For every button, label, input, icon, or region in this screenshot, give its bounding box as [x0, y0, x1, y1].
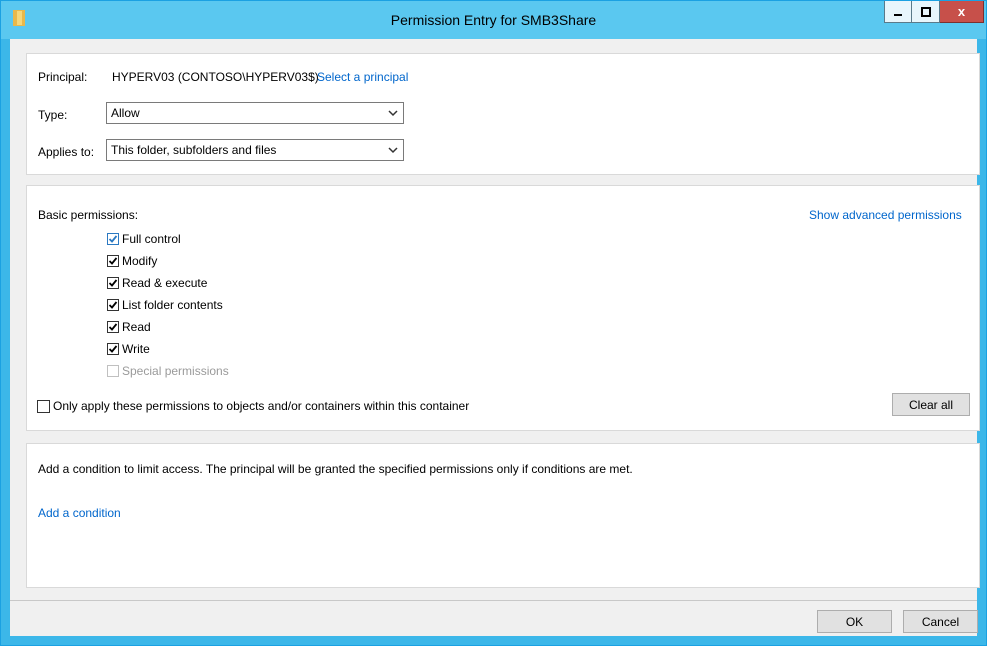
- principal-label: Principal:: [38, 70, 88, 84]
- checkmark-icon: [108, 257, 118, 265]
- only-apply-label: Only apply these permissions to objects …: [53, 399, 470, 413]
- footer-divider: [10, 600, 977, 601]
- checkbox: [107, 365, 119, 377]
- type-dropdown[interactable]: Allow: [106, 102, 404, 124]
- permission-label: Special permissions: [122, 364, 229, 378]
- permission-label: List folder contents: [122, 298, 223, 312]
- type-value: Allow: [111, 106, 140, 120]
- basic-permissions-heading: Basic permissions:: [38, 208, 139, 222]
- type-label: Type:: [38, 108, 68, 122]
- title-bar[interactable]: Permission Entry for SMB3Share x: [1, 1, 986, 39]
- chevron-down-icon: [388, 110, 398, 117]
- checkbox[interactable]: [107, 321, 119, 333]
- permission-read-execute[interactable]: Read & execute: [107, 275, 207, 291]
- dialog-window: Permission Entry for SMB3Share x Princip…: [0, 0, 987, 646]
- checkmark-icon: [108, 235, 118, 243]
- applies-to-value: This folder, subfolders and files: [111, 143, 277, 157]
- select-principal-link[interactable]: Select a principal: [317, 70, 408, 84]
- ok-button[interactable]: OK: [817, 610, 892, 633]
- permission-modify[interactable]: Modify: [107, 253, 157, 269]
- only-apply-within-container[interactable]: Only apply these permissions to objects …: [37, 398, 469, 414]
- cancel-button[interactable]: Cancel: [903, 610, 978, 633]
- permission-label: Modify: [122, 254, 158, 268]
- chevron-down-icon: [388, 147, 398, 154]
- checkmark-icon: [108, 323, 118, 331]
- clear-all-button[interactable]: Clear all: [892, 393, 970, 416]
- dialog-client-area: Principal: HYPERV03 (CONTOSO\HYPERV03$) …: [10, 39, 980, 636]
- permission-write[interactable]: Write: [107, 341, 150, 357]
- condition-panel: Add a condition to limit access. The pri…: [26, 443, 980, 588]
- permissions-panel: Basic permissions: Show advanced permiss…: [26, 185, 980, 431]
- add-condition-link[interactable]: Add a condition: [38, 506, 121, 520]
- condition-description: Add a condition to limit access. The pri…: [38, 462, 633, 476]
- applies-to-dropdown[interactable]: This folder, subfolders and files: [106, 139, 404, 161]
- permission-special: Special permissions: [107, 363, 229, 379]
- checkmark-icon: [108, 301, 118, 309]
- window-title: Permission Entry for SMB3Share: [390, 12, 597, 28]
- maximize-button[interactable]: [912, 1, 940, 23]
- maximize-icon: [920, 6, 931, 17]
- checkbox[interactable]: [107, 277, 119, 289]
- checkbox[interactable]: [107, 255, 119, 267]
- checkmark-icon: [108, 345, 118, 353]
- permission-read[interactable]: Read: [107, 319, 151, 335]
- checkbox[interactable]: [107, 343, 119, 355]
- close-button[interactable]: x: [940, 1, 984, 23]
- permission-label: Write: [122, 342, 150, 356]
- checkbox[interactable]: [107, 299, 119, 311]
- applies-to-label: Applies to:: [38, 145, 95, 159]
- principal-value: HYPERV03 (CONTOSO\HYPERV03$): [112, 70, 319, 84]
- checkmark-icon: [108, 279, 118, 287]
- principal-panel: Principal: HYPERV03 (CONTOSO\HYPERV03$) …: [26, 53, 980, 175]
- permission-label: Read: [122, 320, 151, 334]
- permission-full-control[interactable]: Full control: [107, 231, 181, 247]
- permission-list-folder-contents[interactable]: List folder contents: [107, 297, 223, 313]
- permission-label: Read & execute: [122, 276, 208, 290]
- close-icon: x: [957, 4, 966, 19]
- permission-label: Full control: [122, 232, 181, 246]
- minimize-button[interactable]: [884, 1, 912, 23]
- checkbox[interactable]: [37, 399, 50, 413]
- checkbox[interactable]: [107, 233, 119, 245]
- show-advanced-permissions-link[interactable]: Show advanced permissions: [809, 208, 962, 222]
- minimize-icon: [894, 13, 902, 16]
